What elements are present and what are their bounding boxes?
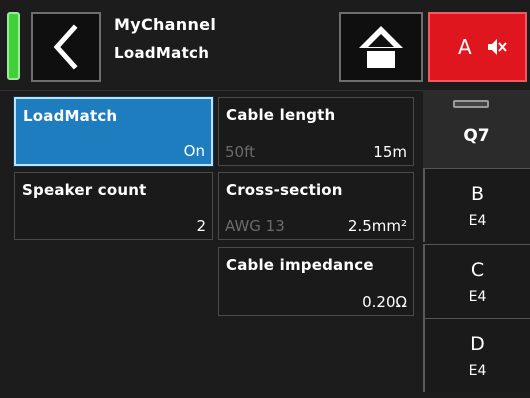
channel-tab-d[interactable]: D E4: [423, 318, 530, 392]
cross-section-value: 2.5mm²: [347, 217, 407, 235]
home-button[interactable]: [339, 12, 423, 82]
cable-impedance-label: Cable impedance: [226, 256, 374, 274]
cross-section-alt-unit: AWG 13: [225, 217, 285, 235]
mute-button[interactable]: A: [428, 12, 527, 82]
status-led: [7, 12, 20, 80]
channel-type-d: E4: [468, 363, 487, 379]
page-title: LoadMatch: [114, 44, 210, 62]
top-bar: MyChannel LoadMatch A: [0, 0, 530, 88]
channel-tab-c[interactable]: C E4: [423, 244, 530, 318]
cable-length-control[interactable]: Cable length 50ft 15m: [218, 97, 414, 166]
channel-tab-q7[interactable]: Q7: [423, 90, 530, 168]
cable-impedance-value: 0.20Ω: [362, 293, 407, 311]
cable-impedance-display: Cable impedance 0.20Ω: [218, 247, 414, 316]
speaker-count-control[interactable]: Speaker count 2: [14, 172, 213, 240]
channel-type-c: E4: [468, 289, 487, 305]
mute-channel-label: A: [458, 35, 472, 59]
channel-name-q7: Q7: [463, 126, 490, 146]
home-icon: [359, 26, 403, 68]
back-button[interactable]: [31, 12, 101, 82]
speaker-count-label: Speaker count: [22, 181, 147, 199]
loadmatch-toggle[interactable]: LoadMatch On: [14, 97, 213, 166]
speaker-count-value: 2: [196, 217, 206, 235]
loadmatch-value: On: [183, 142, 205, 160]
channel-name-b: B: [470, 183, 485, 205]
channel-type-b: E4: [468, 213, 487, 229]
channel-tab-b[interactable]: B E4: [423, 168, 530, 242]
cable-length-alt-unit: 50ft: [225, 143, 255, 161]
speaker-muted-icon: [488, 39, 507, 55]
cable-length-value: 15m: [373, 143, 407, 161]
chevron-left-icon: [53, 24, 78, 70]
breadcrumb: MyChannel LoadMatch: [114, 14, 216, 64]
cross-section-control[interactable]: Cross-section AWG 13 2.5mm²: [218, 172, 414, 240]
channel-name-c: C: [470, 259, 485, 281]
cross-section-label: Cross-section: [226, 181, 343, 199]
channel-name: MyChannel: [114, 15, 217, 34]
cable-length-label: Cable length: [226, 106, 336, 124]
loadmatch-label: LoadMatch: [23, 107, 118, 125]
channel-name-d: D: [470, 333, 485, 355]
channel-indicator-bar: [453, 100, 489, 108]
